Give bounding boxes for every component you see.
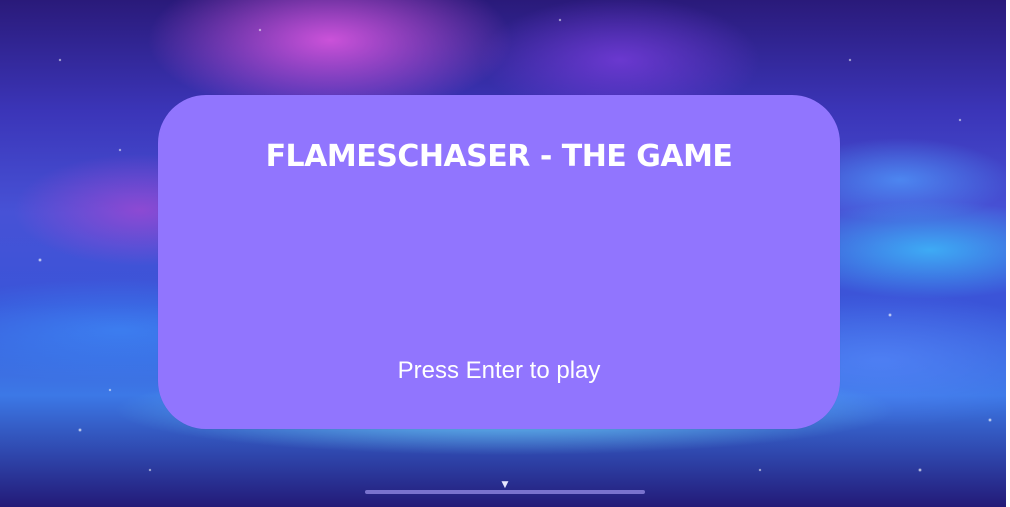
press-enter-prompt: Press Enter to play xyxy=(397,357,601,384)
game-title: FLAMESCHASER - THE GAME xyxy=(265,139,733,174)
scroll-indicator[interactable] xyxy=(365,490,645,494)
window-edge xyxy=(1006,0,1010,507)
start-screen-panel: FLAMESCHASER - THE GAME Press Enter to p… xyxy=(158,95,840,429)
triangle-down-icon[interactable]: ▼ xyxy=(499,480,511,490)
game-background: FLAMESCHASER - THE GAME Press Enter to p… xyxy=(0,0,1006,507)
